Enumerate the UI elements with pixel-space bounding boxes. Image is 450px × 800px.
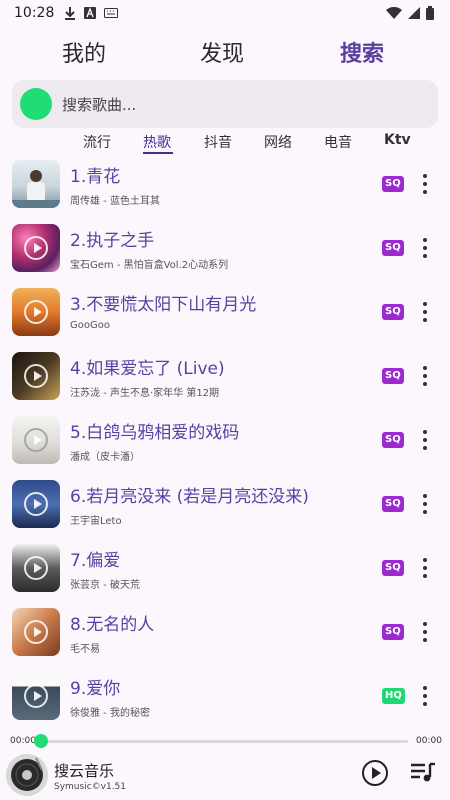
more-options-icon[interactable] — [422, 494, 428, 514]
album-art[interactable] — [6, 754, 48, 796]
more-options-icon[interactable] — [422, 174, 428, 194]
more-options-icon[interactable] — [422, 622, 428, 642]
download-icon — [65, 7, 76, 20]
song-subtitle: 徐俊雅 - 我的秘密 — [70, 708, 150, 719]
wifi-icon — [386, 7, 402, 19]
song-subtitle: 宝石Gem - 黑怕盲盒Vol.2心动系列 — [70, 260, 229, 271]
more-options-icon[interactable] — [422, 558, 428, 578]
tab-discover[interactable]: 发现 — [200, 36, 244, 68]
song-cover[interactable] — [12, 224, 60, 272]
song-title: 4.如果爱忘了 (Live) — [70, 359, 225, 379]
top-tabs: 我的 发现 搜索 — [0, 30, 450, 74]
song-subtitle: 毛不易 — [70, 644, 100, 655]
song-title: 1.青花 — [70, 167, 121, 187]
song-list: 1.青花 周传雄 - 蓝色土耳其 SQ 2.执子之手 宝石Gem - 黑怕盲盒V… — [0, 156, 450, 726]
song-title: 2.执子之手 — [70, 231, 155, 251]
song-cover[interactable] — [12, 608, 60, 656]
category-tab-electronic[interactable]: 电音 — [324, 132, 352, 152]
song-subtitle: 潘成（皮卡潘） — [70, 452, 140, 463]
total-time: 00:00 — [416, 736, 442, 746]
vinyl-record-icon — [6, 754, 48, 796]
play-overlay-icon — [24, 684, 48, 708]
more-options-icon[interactable] — [422, 686, 428, 706]
quality-badge: SQ — [382, 176, 404, 192]
quality-badge: SQ — [382, 560, 404, 576]
quality-badge: SQ — [382, 496, 404, 512]
font-a-icon — [84, 7, 97, 19]
category-tab-douyin[interactable]: 抖音 — [204, 132, 232, 152]
player-subtitle: Symusic©v1.51 — [54, 782, 127, 792]
more-options-icon[interactable] — [422, 302, 428, 322]
category-tab-ktv[interactable]: Ktv — [384, 132, 411, 148]
song-subtitle: 王宇宙Leto — [70, 516, 122, 527]
playback-progress: 00:00 00:00 — [0, 728, 450, 752]
search-input[interactable]: 搜索歌曲... — [62, 94, 136, 115]
song-subtitle: 汪苏泷 - 声生不息·家年华 第12期 — [70, 388, 220, 399]
player-bar: 搜云音乐 Symusic©v1.51 — [0, 752, 450, 800]
category-tab-pop[interactable]: 流行 — [83, 132, 111, 152]
player-title: 搜云音乐 — [54, 762, 115, 780]
song-cover[interactable] — [12, 480, 60, 528]
song-row[interactable]: 9.爱你 徐俊雅 - 我的秘密 HQ — [0, 668, 450, 726]
status-time: 10:28 — [14, 5, 55, 21]
category-tabs: 流行 热歌 抖音 网络 电音 Ktv — [0, 128, 450, 156]
quality-badge: SQ — [382, 432, 404, 448]
song-title: 6.若月亮没来 (若是月亮还没来) — [70, 487, 309, 507]
play-overlay-icon — [24, 428, 48, 452]
tab-search[interactable]: 搜索 — [340, 36, 384, 68]
play-overlay-icon — [24, 300, 48, 324]
song-cover[interactable] — [12, 416, 60, 464]
song-title: 3.不要慌太阳下山有月光 — [70, 295, 257, 315]
song-row[interactable]: 5.白鸽乌鸦相爱的戏码 潘成（皮卡潘） SQ — [0, 412, 450, 476]
song-row[interactable]: 2.执子之手 宝石Gem - 黑怕盲盒Vol.2心动系列 SQ — [0, 220, 450, 284]
keyboard-icon — [104, 8, 119, 18]
play-overlay-icon — [24, 556, 48, 580]
song-subtitle: GooGoo — [70, 320, 110, 331]
play-overlay-icon — [24, 620, 48, 644]
quality-badge: SQ — [382, 240, 404, 256]
play-overlay-icon — [24, 492, 48, 516]
more-options-icon[interactable] — [422, 366, 428, 386]
song-row[interactable]: 4.如果爱忘了 (Live) 汪苏泷 - 声生不息·家年华 第12期 SQ — [0, 348, 450, 412]
status-bar: 10:28 — [0, 0, 450, 26]
song-cover[interactable] — [12, 160, 60, 208]
song-row[interactable]: 8.无名的人 毛不易 SQ — [0, 604, 450, 668]
search-avatar-dot[interactable] — [20, 88, 52, 120]
quality-badge: SQ — [382, 304, 404, 320]
song-title: 7.偏爱 — [70, 551, 121, 571]
song-title: 8.无名的人 — [70, 615, 155, 635]
play-overlay-icon — [24, 364, 48, 388]
song-title: 9.爱你 — [70, 679, 121, 699]
song-row[interactable]: 6.若月亮没来 (若是月亮还没来) 王宇宙Leto SQ — [0, 476, 450, 540]
song-cover[interactable] — [12, 288, 60, 336]
song-row[interactable]: 1.青花 周传雄 - 蓝色土耳其 SQ — [0, 156, 450, 220]
song-subtitle: 张芸京 - 破天荒 — [70, 580, 140, 591]
signal-icon — [408, 7, 420, 19]
current-time: 00:00 — [10, 736, 36, 746]
tab-mine[interactable]: 我的 — [62, 36, 106, 68]
song-cover[interactable] — [12, 352, 60, 400]
battery-icon — [426, 6, 434, 20]
song-title: 5.白鸽乌鸦相爱的戏码 — [70, 423, 240, 443]
category-tab-network[interactable]: 网络 — [264, 132, 292, 152]
quality-badge: SQ — [382, 624, 404, 640]
cover-art-1 — [12, 170, 60, 208]
more-options-icon[interactable] — [422, 430, 428, 450]
active-tab-underline — [143, 152, 173, 154]
song-subtitle: 周传雄 - 蓝色土耳其 — [70, 196, 160, 207]
seek-bar-thumb[interactable] — [34, 734, 48, 748]
play-button[interactable] — [362, 760, 388, 786]
play-overlay-icon — [24, 236, 48, 260]
song-cover[interactable] — [12, 544, 60, 592]
seek-bar-track[interactable] — [40, 740, 408, 743]
song-row[interactable]: 3.不要慌太阳下山有月光 GooGoo SQ — [0, 284, 450, 348]
playlist-queue-icon[interactable] — [410, 762, 436, 784]
song-row[interactable]: 7.偏爱 张芸京 - 破天荒 SQ — [0, 540, 450, 604]
more-options-icon[interactable] — [422, 238, 428, 258]
category-tab-hot[interactable]: 热歌 — [143, 132, 171, 152]
quality-badge: SQ — [382, 368, 404, 384]
song-cover[interactable] — [12, 672, 60, 720]
quality-badge: HQ — [382, 688, 405, 704]
search-bar[interactable]: 搜索歌曲... — [12, 80, 438, 128]
